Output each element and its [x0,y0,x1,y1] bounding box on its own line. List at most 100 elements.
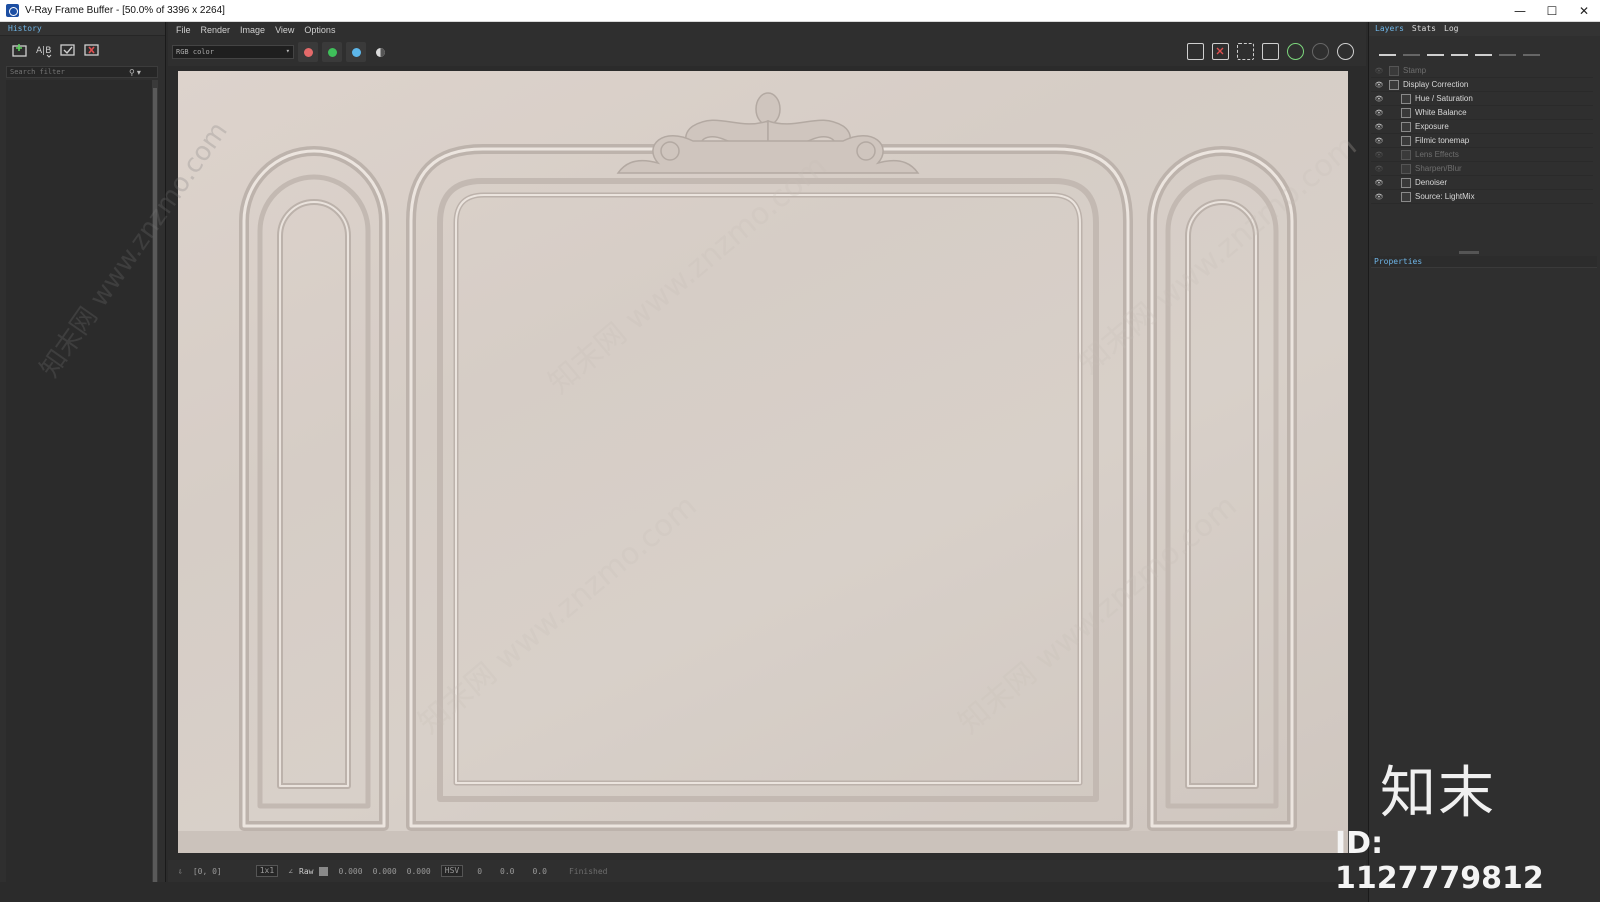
track-mouse-icon[interactable] [1262,43,1279,60]
render-status: Finished [568,866,608,876]
color-mode-select[interactable]: HSV [440,865,464,877]
ab-compare-icon[interactable]: A|B [36,42,52,58]
stop-render-icon[interactable] [1312,43,1329,60]
visibility-eye-icon[interactable]: 👁 [1371,109,1387,117]
visibility-eye-icon[interactable]: 👁 [1371,123,1387,131]
save-to-history-icon[interactable] [12,42,28,58]
blue-channel-button[interactable] [346,42,366,62]
raw-label: Raw [299,866,314,876]
layer-row[interactable]: 👁 Sharpen/Blur [1371,162,1593,176]
clear-image-icon[interactable] [1212,43,1229,60]
layer-type-icon [1401,107,1411,118]
layer-label: Display Correction [1403,80,1469,89]
menu-render[interactable]: Render [197,25,237,35]
load-history-icon[interactable] [60,42,76,58]
layer-row[interactable]: 👁 White Balance [1371,106,1593,120]
render-interactive-icon[interactable] [1287,43,1304,60]
layer-list: 👁 Stamp 👁 Display Correction 👁 Hue / Saturati… [1371,64,1593,204]
layer-label: Sharpen/Blur [1415,164,1462,173]
visibility-eye-icon[interactable]: 👁 [1371,137,1387,145]
layer-label: Lens Effects [1415,150,1459,159]
tab-log[interactable]: Log [1444,22,1458,36]
region-render-icon[interactable] [1237,43,1254,60]
load-layers-icon[interactable] [1451,42,1468,56]
render-icon[interactable] [1337,43,1354,60]
undo-icon[interactable] [1499,42,1516,56]
layer-list-icon[interactable] [1475,42,1492,56]
save-image-icon[interactable] [1187,43,1204,60]
red-channel-button[interactable] [298,42,318,62]
green-channel-button[interactable] [322,42,342,62]
search-filter-input[interactable] [7,68,127,76]
layer-row[interactable]: 👁 Exposure [1371,120,1593,134]
hsv-s: 0.0 [500,866,515,876]
menu-image[interactable]: Image [236,25,271,35]
pin-icon[interactable]: ⇩ [178,867,183,876]
frame-toolbar: RGB color [168,38,1366,66]
visibility-eye-icon[interactable]: 👁 [1371,193,1387,201]
panel-splitter[interactable] [1459,251,1479,254]
tab-stats[interactable]: Stats [1412,22,1436,36]
visibility-eye-icon[interactable]: 👁 [1371,81,1387,89]
menu-bar: File Render Image View Options [168,22,1366,38]
channel-select[interactable]: RGB color [172,45,294,59]
rendered-image[interactable] [178,71,1348,853]
layer-type-icon [1401,93,1411,104]
menu-view[interactable]: View [271,25,300,35]
visibility-eye-icon[interactable]: 👁 [1371,67,1387,75]
coords-readout: [0, 0] [192,866,222,876]
color-picker-icon[interactable]: ∠ [288,867,293,876]
layer-type-icon [1401,163,1411,174]
redo-icon[interactable] [1523,42,1540,56]
search-dropdown-icon[interactable]: ▾ [137,68,141,77]
layer-type-icon [1401,177,1411,188]
layer-row[interactable]: 👁 Stamp [1371,64,1593,78]
tab-layers[interactable]: Layers [1375,22,1404,36]
value-g: 0.000 [372,866,397,876]
visibility-eye-icon[interactable]: 👁 [1371,95,1387,103]
mono-channel-button[interactable] [370,42,390,62]
layer-label: Source: LightMix [1415,192,1475,201]
visibility-eye-icon[interactable]: 👁 [1371,151,1387,159]
layer-label: Denoiser [1415,178,1448,187]
history-search[interactable]: ⚲ ▾ [6,66,158,78]
layer-label: Filmic tonemap [1415,136,1470,145]
layer-row[interactable]: 👁 Display Correction [1371,78,1593,92]
remove-history-icon[interactable] [84,42,100,58]
search-icon[interactable]: ⚲ [129,68,135,77]
zoom-select[interactable]: 1x1 [255,865,279,877]
minimize-button[interactable]: — [1504,0,1536,22]
layer-label: Exposure [1415,122,1449,131]
history-header: History [0,22,165,36]
layer-type-icon [1401,191,1411,202]
vray-app-icon [6,4,19,17]
visibility-eye-icon[interactable]: 👁 [1371,179,1387,187]
hsv-v: 0.0 [532,866,547,876]
layer-type-icon [1389,65,1399,76]
layer-row[interactable]: 👁 Filmic tonemap [1371,134,1593,148]
maximize-button[interactable]: ☐ [1536,0,1568,22]
layer-row[interactable]: 👁 Lens Effects [1371,148,1593,162]
layer-row[interactable]: 👁 Source: LightMix [1371,190,1593,204]
layer-row[interactable]: 👁 Denoiser [1371,176,1593,190]
layer-row[interactable]: 👁 Hue / Saturation [1371,92,1593,106]
value-b: 0.000 [406,866,431,876]
visibility-eye-icon[interactable]: 👁 [1371,165,1387,173]
history-panel: History A|B ⚲ ▾ [0,22,166,902]
render-viewport[interactable] [168,66,1358,858]
brand-watermark: 知末 [1380,761,1496,826]
wall-panel-render [178,92,1348,853]
save-layers-icon[interactable] [1427,42,1444,56]
layer-label: Hue / Saturation [1415,94,1473,103]
properties-header: Properties [1371,256,1597,268]
close-button[interactable]: ✕ [1568,0,1600,22]
layer-type-icon [1389,79,1399,90]
menu-file[interactable]: File [172,25,197,35]
delete-layer-icon[interactable] [1403,42,1420,56]
blue-channel-icon [351,47,361,57]
title-bar: V-Ray Frame Buffer - [50.0% of 3396 x 22… [0,0,1600,22]
menu-options[interactable]: Options [300,25,341,35]
mono-channel-icon [375,47,385,57]
history-list[interactable] [6,80,158,898]
create-layer-icon[interactable] [1379,42,1396,56]
